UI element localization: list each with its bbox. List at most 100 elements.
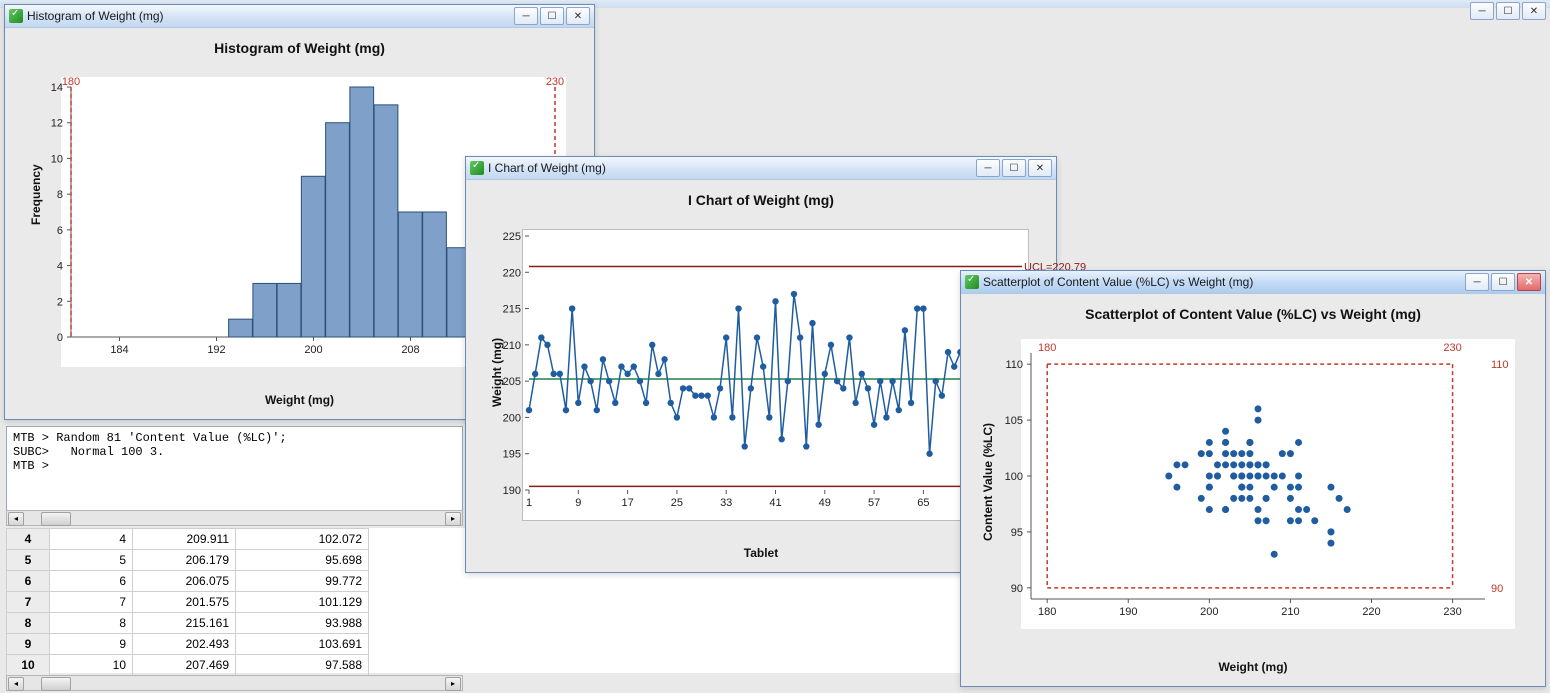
cell[interactable]: 5 [50,550,133,571]
maximize-button[interactable]: ☐ [1002,159,1026,177]
svg-text:230: 230 [1443,606,1461,618]
svg-text:4: 4 [57,261,63,273]
cell[interactable]: 202.493 [133,634,236,655]
svg-text:230: 230 [546,76,564,88]
worksheet-scrollbar[interactable]: ◂ ▸ [6,675,463,691]
scatter-plot: 9095100105110180190200210220230180230110… [1021,339,1515,629]
window-title: Scatterplot of Content Value (%LC) vs We… [983,275,1253,289]
svg-text:25: 25 [671,497,683,509]
cell[interactable]: 103.691 [236,634,369,655]
cell[interactable]: 206.179 [133,550,236,571]
table-row[interactable]: 99202.493103.691 [7,634,369,655]
maximize-button[interactable]: ☐ [540,7,564,25]
svg-text:10: 10 [51,153,63,165]
table-row[interactable]: 55206.17995.698 [7,550,369,571]
row-header[interactable]: 6 [7,571,50,592]
chart-title: Scatterplot of Content Value (%LC) vs We… [961,306,1545,322]
svg-text:210: 210 [503,340,521,352]
minimize-button[interactable]: ─ [1465,273,1489,291]
svg-text:208: 208 [401,344,419,356]
svg-text:210: 210 [1281,606,1299,618]
cell[interactable]: 4 [50,529,133,550]
row-header[interactable]: 5 [7,550,50,571]
svg-text:180: 180 [1038,606,1056,618]
svg-text:205: 205 [503,376,521,388]
row-header[interactable]: 10 [7,655,50,676]
cell[interactable]: 101.129 [236,592,369,613]
svg-text:200: 200 [503,412,521,424]
svg-text:100: 100 [1005,471,1023,483]
titlebar[interactable]: Scatterplot of Content Value (%LC) vs We… [961,271,1545,294]
close-button[interactable]: ✕ [566,7,590,25]
table-row[interactable]: 77201.575101.129 [7,592,369,613]
minimize-button[interactable]: ─ [514,7,538,25]
svg-text:90: 90 [1011,583,1023,595]
minimize-button[interactable]: ─ [1470,2,1494,20]
svg-text:49: 49 [819,497,831,509]
cell[interactable]: 6 [50,571,133,592]
svg-text:180: 180 [1038,342,1056,354]
svg-text:220: 220 [503,267,521,279]
cell[interactable]: 8 [50,613,133,634]
chart-title: Histogram of Weight (mg) [5,40,594,56]
cell[interactable]: 95.698 [236,550,369,571]
svg-text:195: 195 [503,449,521,461]
maximize-button[interactable]: ☐ [1496,2,1520,20]
cell[interactable]: 209.911 [133,529,236,550]
cell[interactable]: 207.469 [133,655,236,676]
table-row[interactable]: 88215.16193.988 [7,613,369,634]
row-header[interactable]: 9 [7,634,50,655]
table-row[interactable]: 66206.07599.772 [7,571,369,592]
cell[interactable]: 93.988 [236,613,369,634]
scroll-left-button[interactable]: ◂ [8,677,24,691]
svg-text:110: 110 [1005,359,1023,371]
svg-text:190: 190 [1119,606,1137,618]
svg-text:17: 17 [621,497,633,509]
svg-text:190: 190 [503,485,521,497]
svg-text:65: 65 [917,497,929,509]
scroll-right-button[interactable]: ▸ [445,677,461,691]
close-button[interactable]: ✕ [1028,159,1052,177]
minimize-button[interactable]: ─ [976,159,1000,177]
cell[interactable]: 206.075 [133,571,236,592]
cell[interactable]: 10 [50,655,133,676]
scroll-thumb[interactable] [41,677,71,691]
window-scatter: Scatterplot of Content Value (%LC) vs We… [960,270,1546,687]
svg-text:105: 105 [1005,415,1023,427]
scroll-thumb[interactable] [41,512,71,526]
maximize-button[interactable]: ☐ [1491,273,1515,291]
close-button[interactable]: ✕ [1517,273,1541,291]
row-header[interactable]: 8 [7,613,50,634]
titlebar[interactable]: Histogram of Weight (mg) ─ ☐ ✕ [5,5,594,28]
cell[interactable]: 99.772 [236,571,369,592]
cell[interactable]: 97.588 [236,655,369,676]
chart-icon [9,9,23,23]
row-header[interactable]: 7 [7,592,50,613]
cell[interactable]: 9 [50,634,133,655]
cell[interactable]: 215.161 [133,613,236,634]
svg-text:12: 12 [51,118,63,130]
cell[interactable]: 7 [50,592,133,613]
cell[interactable]: 201.575 [133,592,236,613]
x-axis-label: Weight (mg) [961,660,1545,674]
y-axis-label: Weight (mg) [490,338,504,407]
session-log-scrollbar[interactable]: ◂ ▸ [6,510,463,526]
session-log[interactable]: MTB > Random 81 'Content Value (%LC)'; S… [6,426,463,513]
svg-text:1: 1 [526,497,532,509]
svg-text:230: 230 [1443,342,1461,354]
y-axis-label: Content Value (%LC) [981,423,995,541]
svg-text:180: 180 [62,76,80,88]
close-button[interactable]: ✕ [1522,2,1546,20]
titlebar[interactable]: I Chart of Weight (mg) ─ ☐ ✕ [466,157,1056,180]
cell[interactable]: 102.072 [236,529,369,550]
svg-text:41: 41 [769,497,781,509]
table-row[interactable]: 44209.911102.072 [7,529,369,550]
scroll-left-button[interactable]: ◂ [8,512,24,526]
window-title: I Chart of Weight (mg) [488,161,606,175]
svg-text:90: 90 [1491,583,1503,595]
row-header[interactable]: 4 [7,529,50,550]
svg-text:110: 110 [1491,359,1509,371]
svg-text:192: 192 [207,344,225,356]
scroll-right-button[interactable]: ▸ [445,512,461,526]
table-row[interactable]: 1010207.46997.588 [7,655,369,676]
